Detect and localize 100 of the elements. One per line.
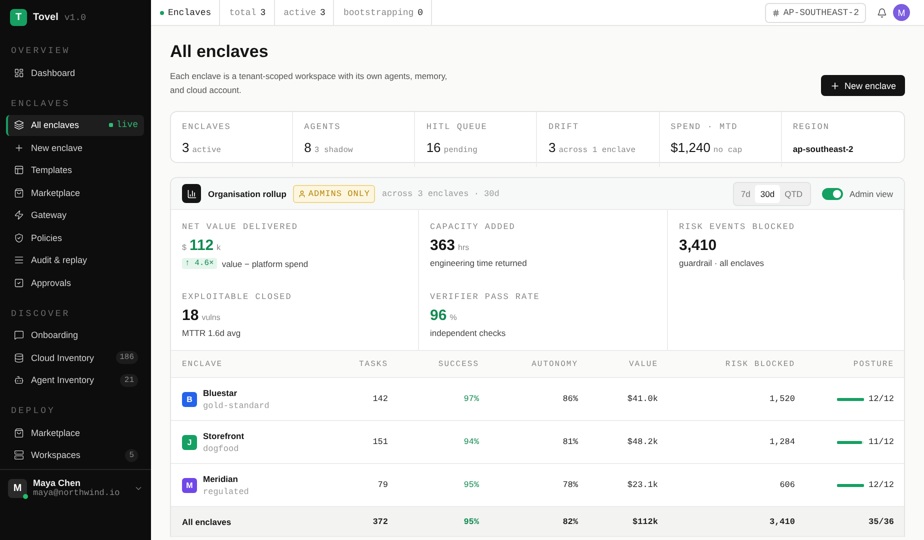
column-header: POSTURE [852, 360, 894, 368]
metric-unit: hrs [458, 243, 470, 252]
user-avatar[interactable]: M [893, 4, 910, 21]
enclave-name[interactable]: Bluestar [203, 388, 270, 398]
table-cell-text: 94% [462, 437, 479, 447]
enclave-avatar: B [182, 392, 197, 406]
metric-label: EXPLOITABLE CLOSED [182, 292, 293, 302]
table-cell-text: 79 [376, 480, 388, 490]
enclave-avatar: M [182, 478, 197, 492]
topbar-stat: bootstrapping 0 [334, 0, 432, 25]
sidebar-item[interactable]: Audit & replay [6, 250, 144, 270]
metric-note: MTTR 1.6d avg [182, 328, 241, 338]
sidebar-item[interactable]: Gateway [6, 204, 144, 226]
section-heading: DEPLOY [10, 405, 56, 418]
section-heading: ENCLAVES [10, 98, 72, 110]
sidebar-item[interactable]: All enclaves live [6, 114, 144, 136]
stat-note: across 1 enclave [558, 146, 636, 155]
table-cell-text: 606 [778, 480, 795, 490]
rollup-scope: across 3 enclaves · 30d [382, 188, 500, 198]
column-header: AUTONOMY [530, 360, 578, 368]
stat-value: 16 [426, 140, 441, 155]
sidebar-item[interactable]: Dashboard [6, 62, 144, 83]
period-tab[interactable]: 30d [755, 184, 780, 202]
enclave-name[interactable]: Storefront [203, 430, 244, 440]
stat-value: 8 [304, 140, 312, 155]
sidebar-item[interactable]: Cloud Inventory 186 [6, 347, 144, 368]
stat-value: ap-southeast-2 [792, 144, 854, 154]
stat-note: no cap [713, 146, 742, 155]
stat-label: ENCLAVES [182, 122, 232, 132]
sidebar-item[interactable]: Workspaces 5 [6, 444, 144, 466]
table-cell: 12/12 [868, 480, 894, 490]
enclave-subtitle: dogfood [203, 444, 240, 454]
period-tab[interactable]: QTD [780, 184, 808, 202]
new-enclave-button[interactable]: New enclave [821, 75, 905, 96]
hash-icon [772, 8, 780, 16]
metric-note: independent checks [430, 328, 506, 338]
count-badge: 21 [120, 374, 138, 386]
user-avatar[interactable]: M [8, 478, 27, 498]
enclave-name[interactable]: Meridian [203, 474, 249, 484]
table-cell-text: 81% [562, 437, 578, 447]
metric-label: NET VALUE DELIVERED [182, 222, 299, 232]
sidebar-item[interactable]: Approvals [6, 272, 144, 293]
sidebar-item[interactable]: Marketplace [6, 422, 144, 443]
metric-value: 18 [182, 307, 199, 324]
table-cell: 11/12 [868, 437, 894, 447]
sidebar-item[interactable]: Marketplace [6, 182, 144, 203]
stat-note: pending [444, 146, 478, 155]
chat-icon [14, 330, 24, 340]
server-icon [14, 450, 24, 460]
toggle-label: Admin view [850, 188, 893, 198]
stat-note: 3 shadow [314, 146, 353, 155]
metric-prefix: $ [182, 243, 186, 252]
user-email: maya@northwind.io [33, 488, 121, 498]
metric-label: VERIFIER PASS RATE [430, 292, 541, 302]
rollup-title: Organisation rollup [208, 188, 286, 198]
metric-value: 363 [430, 237, 456, 254]
stat-label: SPEND · MTD [670, 122, 739, 132]
metric-value: 96 [430, 307, 447, 324]
table-cell-text: $48.2k [626, 437, 658, 447]
table-cell: 12/12 [868, 394, 894, 404]
table-cell-text: 78% [562, 480, 578, 490]
sidebar-item[interactable]: Policies [6, 227, 144, 248]
page-title: All enclaves [170, 42, 270, 62]
table-cell-text: 1,284 [768, 437, 795, 447]
table-cell-text: $41.0k [626, 394, 658, 404]
panel-icon [14, 165, 24, 175]
sidebar-item[interactable]: Templates [6, 160, 144, 180]
admin-toggle[interactable] [822, 188, 843, 200]
table-cell-text: 1,520 [768, 394, 795, 404]
table-cell-text: 142 [372, 394, 388, 404]
sidebar-item[interactable]: Agent Inventory 21 [6, 370, 144, 390]
plus-icon [830, 80, 840, 90]
dashboard-icon [14, 68, 24, 78]
stat-value: 3 [182, 140, 190, 155]
robot-icon [14, 375, 24, 385]
layers-icon [14, 120, 24, 130]
sidebar-item[interactable]: New enclave [6, 137, 144, 158]
stat-label: REGION [792, 122, 830, 132]
bolt-icon [14, 210, 24, 220]
stat-value: 3 [548, 140, 556, 155]
bag-icon [14, 428, 24, 438]
table-cell-text: 95% [462, 480, 479, 490]
region-chip[interactable]: AP-SOUTHEAST-2 [765, 2, 866, 22]
table-cell-text: $112k [631, 516, 658, 526]
table-cell-text: 97% [462, 394, 479, 404]
column-header: SUCCESS [437, 360, 479, 368]
shield-icon [14, 232, 24, 242]
bell-icon[interactable] [877, 8, 887, 18]
column-header: RISK BLOCKED [724, 360, 795, 368]
live-status: live [109, 120, 138, 130]
metric-unit: % [450, 313, 457, 322]
sidebar-item[interactable]: Onboarding [6, 324, 144, 346]
enclave-subtitle: gold-standard [203, 400, 270, 410]
period-tab[interactable]: 7d [736, 184, 756, 202]
page-description: Each enclave is a tenant-scoped workspace with its own agents, memory, and cloud account. [170, 70, 448, 97]
metric-unit: k [216, 243, 221, 252]
delta-badge: ↑ 4.6× [182, 258, 217, 269]
column-header: VALUE [628, 360, 658, 368]
logo: T [10, 9, 27, 26]
metric-value: 3,410 [679, 237, 717, 254]
